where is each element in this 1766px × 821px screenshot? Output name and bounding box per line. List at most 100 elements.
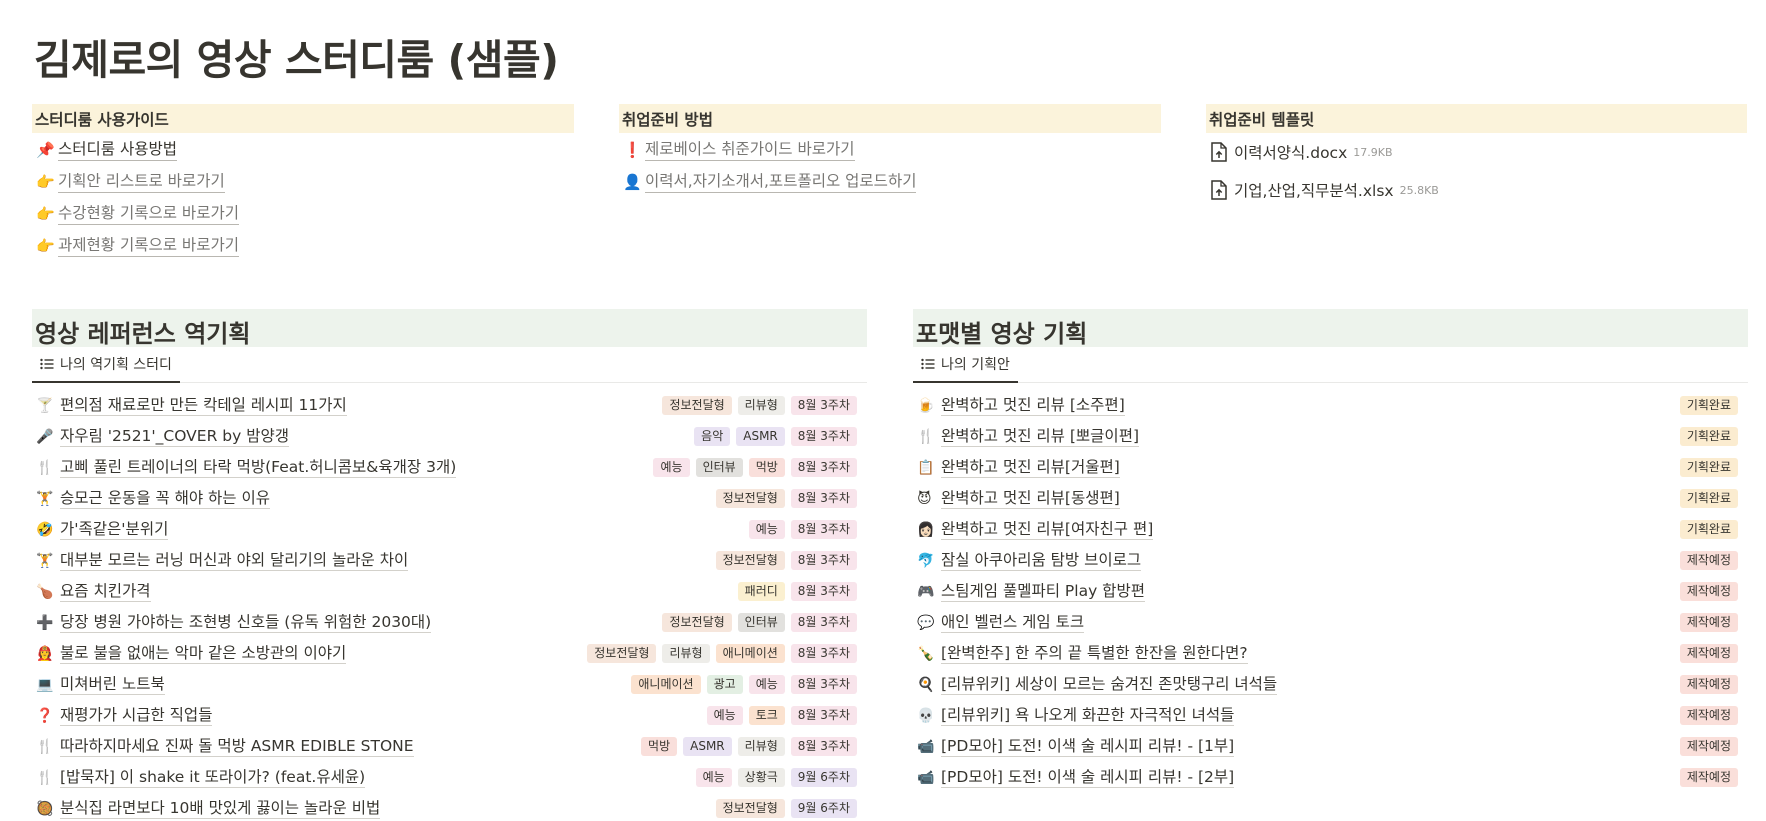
format-row[interactable]: 🍺 완벽하고 멋진 리뷰 [소주편] 기획완료 (913, 390, 1748, 421)
row-title[interactable]: 승모근 운동을 꼭 해야 하는 이유 (60, 489, 271, 509)
tag-badge: 9월 6주차 (790, 799, 857, 818)
reference-row[interactable]: 🤣 가'족같은'분위기 예능 8월 3주차 (32, 514, 867, 545)
row-title[interactable]: [PD모아] 도전! 이색 술 레시피 리뷰! - [1부] (941, 737, 1235, 757)
reference-row[interactable]: 🏋 승모근 운동을 꼭 해야 하는 이유 정보전달형 8월 3주차 (32, 483, 867, 514)
file-name[interactable]: 기업,산업,직무분석.xlsx (1234, 179, 1394, 201)
row-title[interactable]: 스팀게임 풀멜파티 Play 합방편 (941, 582, 1145, 602)
row-title[interactable]: 고삐 풀린 트레이너의 타락 먹방(Feat.허니콤보&육개장 3개) (60, 458, 457, 478)
reference-row[interactable]: 🎤 자우림 '2521'_COVER by 밤양갱 음악 ASMR 8월 3주차 (32, 421, 867, 452)
row-tags: 정보전달형 인터뷰 8월 3주차 (662, 613, 857, 632)
row-title[interactable]: [리뷰위키] 세상이 모르는 숨겨진 존맛탱구리 녀석들 (941, 675, 1278, 695)
reference-row[interactable]: 👩‍🚒 불로 불을 없애는 악마 같은 소방관의 이야기 정보전달형 리뷰형 애니메이션… (32, 638, 867, 669)
row-title[interactable]: 완벽하고 멋진 리뷰 [소주편] (941, 396, 1125, 416)
job-link-guide[interactable]: ❗ 제로베이스 취준가이드 바로가기 (619, 134, 1161, 166)
guide-link-label[interactable]: 기획안 리스트로 바로가기 (58, 172, 225, 193)
format-row[interactable]: 🎮 스팀게임 풀멜파티 Play 합방편 제작예정 (913, 576, 1748, 607)
guide-link-assignments[interactable]: 👉 과제현황 기록으로 바로가기 (32, 230, 574, 262)
reference-row[interactable]: 🥘 분식집 라면보다 10배 맛있게 끓이는 놀라운 비법 정보전달형 9월 6주차 (32, 793, 867, 821)
guide-header: 스터디룸 사용가이드 (32, 104, 574, 133)
tag-badge: 9월 6주차 (790, 768, 857, 787)
format-row[interactable]: 👩🏻 완벽하고 멋진 리뷰[여자친구 편] 기획완료 (913, 514, 1748, 545)
reference-row[interactable]: 💻 미쳐버린 노트북 애니메이션 광고 예능 8월 3주차 (32, 669, 867, 700)
reference-row[interactable]: 🏋 대부분 모르는 러닝 머신과 야외 달리기의 놀라운 차이 정보전달형 8월 3주… (32, 545, 867, 576)
file-analysis[interactable]: 기업,산업,직무분석.xlsx 25.8KB (1206, 171, 1747, 209)
references-list: 🍸 편의점 재료로만 만든 칵테일 레시피 11가지 정보전달형 리뷰형 8월 3주차 🎤… (32, 390, 867, 821)
row-title[interactable]: 잠실 아쿠아리움 탐방 브이로그 (941, 551, 1142, 571)
tag-badge: 제작예정 (1679, 706, 1738, 725)
user-icon: 👤 (623, 173, 642, 191)
page-icon: 👩‍🚒 (36, 645, 54, 662)
row-title[interactable]: 완벽하고 멋진 리뷰[동생편] (941, 489, 1120, 509)
format-row[interactable]: 💬 애인 벨런스 게임 토크 제작예정 (913, 607, 1748, 638)
format-row[interactable]: 📹 [PD모아] 도전! 이색 술 레시피 리뷰! - [2부] 제작예정 (913, 762, 1748, 793)
row-title[interactable]: 당장 병원 가야하는 조현병 신호들 (유독 위험한 2030대) (60, 613, 432, 633)
job-link-label[interactable]: 이력서,자기소개서,포트폴리오 업로드하기 (645, 172, 917, 193)
job-link-upload[interactable]: 👤 이력서,자기소개서,포트폴리오 업로드하기 (619, 166, 1161, 198)
row-title[interactable]: 불로 불을 없애는 악마 같은 소방관의 이야기 (60, 644, 347, 664)
file-resume[interactable]: 이력서양식.docx 17.9KB (1206, 133, 1747, 171)
guide-link-label[interactable]: 수강현황 기록으로 바로가기 (58, 204, 239, 225)
pushpin-icon: 📌 (36, 141, 55, 159)
format-row[interactable]: 📹 [PD모아] 도전! 이색 술 레시피 리뷰! - [1부] 제작예정 (913, 731, 1748, 762)
row-tags: 정보전달형 9월 6주차 (715, 799, 857, 818)
row-title[interactable]: 분식집 라면보다 10배 맛있게 끓이는 놀라운 비법 (60, 799, 381, 819)
reference-row[interactable]: ❓ 재평가가 시급한 직업들 예능 토크 8월 3주차 (32, 700, 867, 731)
tag-badge: 정보전달형 (662, 396, 732, 415)
guide-link-usage[interactable]: 📌 스터디룸 사용방법 (32, 134, 574, 166)
file-name[interactable]: 이력서양식.docx (1234, 141, 1347, 163)
job-link-label[interactable]: 제로베이스 취준가이드 바로가기 (645, 140, 855, 161)
format-row[interactable]: 🍳 [리뷰위키] 세상이 모르는 숨겨진 존맛탱구리 녀석들 제작예정 (913, 669, 1748, 700)
row-tags: 제작예정 (1679, 551, 1738, 570)
tag-badge: 리뷰형 (662, 644, 710, 663)
pointing-hand-icon: 👉 (36, 237, 55, 255)
tag-badge: 먹방 (748, 458, 785, 477)
format-row[interactable]: 🐬 잠실 아쿠아리움 탐방 브이로그 제작예정 (913, 545, 1748, 576)
row-title[interactable]: 완벽하고 멋진 리뷰 [뽀글이편] (941, 427, 1139, 447)
row-title[interactable]: [완벽한주] 한 주의 끝 특별한 한잔을 원한다면? (941, 644, 1248, 664)
file-upload-icon (1210, 180, 1230, 200)
formats-view-tab[interactable]: 나의 기획안 (913, 347, 1018, 383)
guide-link-attendance[interactable]: 👉 수강현황 기록으로 바로가기 (32, 198, 574, 230)
guide-link-plans[interactable]: 👉 기획안 리스트로 바로가기 (32, 166, 574, 198)
page-icon: 😈 (917, 490, 932, 507)
row-title[interactable]: [리뷰위키] 욕 나오게 화끈한 자극적인 녀석들 (941, 706, 1235, 726)
row-tags: 정보전달형 리뷰형 애니메이션 8월 3주차 (587, 644, 857, 663)
row-title[interactable]: [PD모아] 도전! 이색 술 레시피 리뷰! - [2부] (941, 768, 1235, 788)
row-title[interactable]: 애인 벨런스 게임 토크 (941, 613, 1085, 633)
reference-row[interactable]: 🍸 편의점 재료로만 만든 칵테일 레시피 11가지 정보전달형 리뷰형 8월 3주차 (32, 390, 867, 421)
list-icon (40, 358, 54, 370)
references-view-tab[interactable]: 나의 역기획 스터디 (32, 347, 180, 383)
reference-row[interactable]: ➕ 당장 병원 가야하는 조현병 신호들 (유독 위험한 2030대) 정보전달형 인… (32, 607, 867, 638)
row-title[interactable]: [밥묵자] 이 shake it 또라이가? (feat.유세윤) (60, 768, 366, 788)
guide-link-label[interactable]: 스터디룸 사용방법 (58, 140, 178, 161)
row-title[interactable]: 가'족같은'분위기 (60, 520, 169, 540)
format-row[interactable]: 😈 완벽하고 멋진 리뷰[동생편] 기획완료 (913, 483, 1748, 514)
row-tags: 제작예정 (1679, 613, 1738, 632)
row-title[interactable]: 대부분 모르는 러닝 머신과 야외 달리기의 놀라운 차이 (60, 551, 409, 571)
tag-badge: 8월 3주차 (790, 613, 857, 632)
row-title[interactable]: 따라하지마세요 진짜 돌 먹방 ASMR EDIBLE STONE (60, 737, 414, 757)
reference-row[interactable]: 🍗 요즘 치킨가격 패러디 8월 3주차 (32, 576, 867, 607)
format-row[interactable]: 💀 [리뷰위키] 욕 나오게 화끈한 자극적인 녀석들 제작예정 (913, 700, 1748, 731)
row-title[interactable]: 자우림 '2521'_COVER by 밤양갱 (60, 427, 289, 447)
tag-badge: 토크 (748, 706, 785, 725)
row-title[interactable]: 재평가가 시급한 직업들 (60, 706, 213, 726)
reference-row[interactable]: 🍴 따라하지마세요 진짜 돌 먹방 ASMR EDIBLE STONE 먹방 ASMR… (32, 731, 867, 762)
tag-badge: 인터뷰 (695, 458, 743, 477)
guide-link-label[interactable]: 과제현황 기록으로 바로가기 (58, 236, 239, 257)
row-title[interactable]: 편의점 재료로만 만든 칵테일 레시피 11가지 (60, 396, 347, 416)
reference-row[interactable]: 🍴 [밥묵자] 이 shake it 또라이가? (feat.유세윤) 예능 상황극 9… (32, 762, 867, 793)
page-icon: 🥘 (36, 800, 54, 817)
tag-badge: 제작예정 (1679, 644, 1738, 663)
row-title[interactable]: 요즘 치킨가격 (60, 582, 151, 602)
format-row[interactable]: 🍾 [완벽한주] 한 주의 끝 특별한 한잔을 원한다면? 제작예정 (913, 638, 1748, 669)
row-title[interactable]: 완벽하고 멋진 리뷰[거울편] (941, 458, 1120, 478)
page-icon: 🍴 (36, 738, 54, 755)
reference-row[interactable]: 🍴 고삐 풀린 트레이너의 타락 먹방(Feat.허니콤보&육개장 3개) 예능 인터… (32, 452, 867, 483)
format-row[interactable]: 📋 완벽하고 멋진 리뷰[거울편] 기획완료 (913, 452, 1748, 483)
format-row[interactable]: 🍴 완벽하고 멋진 리뷰 [뽀글이편] 기획완료 (913, 421, 1748, 452)
row-tags: 정보전달형 8월 3주차 (715, 551, 857, 570)
tag-badge: 8월 3주차 (790, 520, 857, 539)
row-title[interactable]: 미쳐버린 노트북 (60, 675, 165, 695)
row-title[interactable]: 완벽하고 멋진 리뷰[여자친구 편] (941, 520, 1154, 540)
